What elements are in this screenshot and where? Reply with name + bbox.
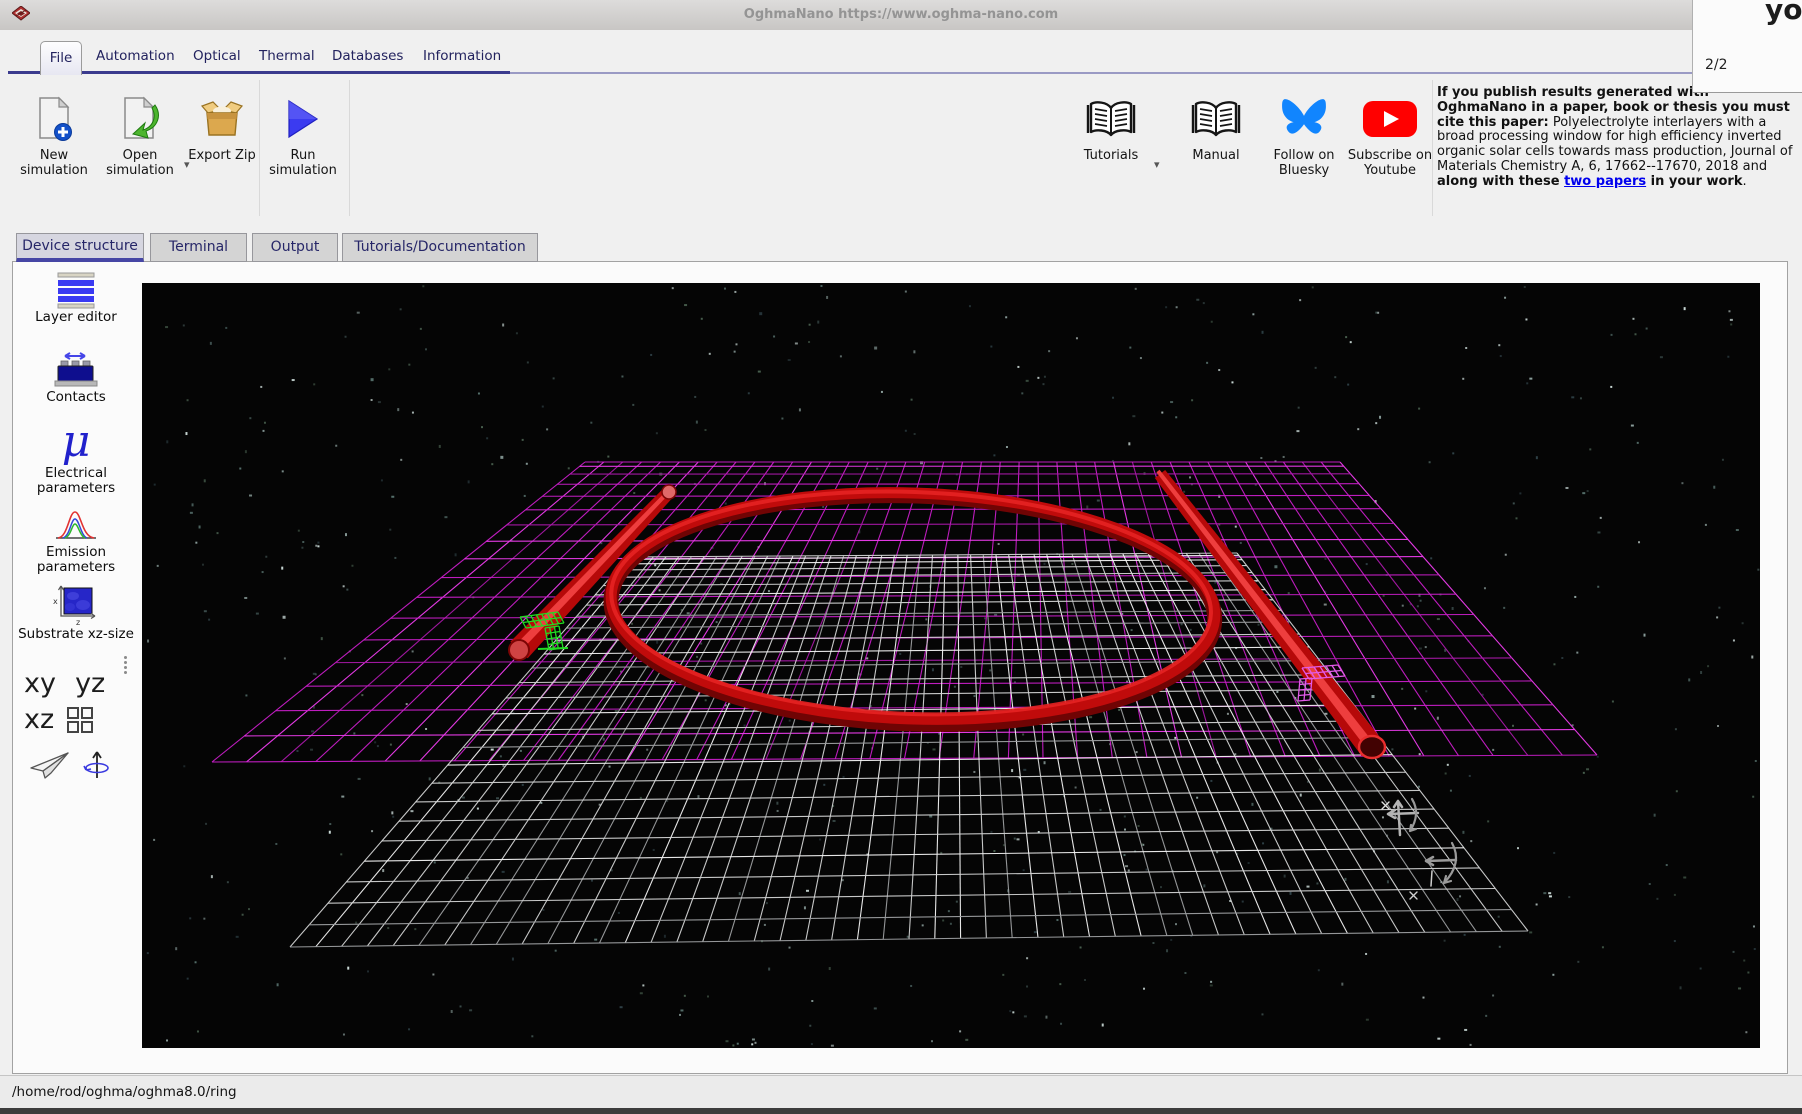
citation-period: .: [1742, 174, 1746, 189]
contacts-icon: [14, 350, 138, 390]
title-bar: OghmaNano https://www.oghma-nano.com: [0, 0, 1802, 31]
sidebar-item-label: Electrical parameters: [14, 466, 138, 496]
menu-bar: File Automation Optical Thermal Database…: [0, 30, 1802, 76]
tutorials-dropdown-arrow[interactable]: ▾: [1154, 158, 1160, 171]
sidebar-item-label: Layer editor: [14, 310, 138, 325]
run-simulation-button[interactable]: Run simulation: [262, 90, 344, 179]
toolbar-button-label: Manual: [1172, 148, 1260, 163]
substrate-icon: x z: [14, 583, 138, 627]
manual-button[interactable]: Manual: [1172, 90, 1260, 163]
open-book-icon: [1172, 90, 1260, 148]
sidebar-item-label: Substrate xz-size: [14, 627, 138, 642]
window-title: OghmaNano https://www.oghma-nano.com: [0, 0, 1802, 30]
sidebar-item-label: Contacts: [14, 390, 138, 405]
toolbar-ribbon: New simulation Open simulation ▾: [0, 76, 1802, 232]
paper-plane-icon[interactable]: [28, 750, 70, 780]
toolbar-button-label: Tutorials: [1066, 148, 1156, 163]
youtube-icon: [1344, 90, 1436, 148]
popup-big-text: yo: [1765, 0, 1802, 26]
menu-underline-accent: [8, 71, 510, 74]
menu-tab-optical[interactable]: Optical: [193, 48, 241, 64]
citation-bold-mid: along with these: [1437, 174, 1564, 189]
status-bar: /home/rod/oghma/oghma8.0/ring: [0, 1075, 1802, 1109]
toolbar-separator: [349, 80, 350, 216]
toolbar-button-label: Run simulation: [262, 148, 344, 179]
play-icon: [262, 90, 344, 148]
popup-panel: yo 2/2: [1692, 0, 1802, 93]
view-xy-button[interactable]: xy: [24, 668, 56, 699]
view-yz-button[interactable]: yz: [75, 668, 105, 699]
menu-tab-automation[interactable]: Automation: [96, 48, 175, 64]
spectrum-icon: [14, 505, 138, 545]
toolbar-separator: [1432, 80, 1433, 216]
new-document-icon: [12, 90, 96, 148]
toolbar-button-label: Follow on Bluesky: [1260, 148, 1348, 179]
tutorials-button[interactable]: Tutorials: [1066, 90, 1156, 163]
toolbar-separator: [259, 80, 260, 216]
3d-scene-canvas[interactable]: [142, 283, 1760, 1048]
sidebar-item-label: Emission parameters: [14, 545, 138, 575]
tab-output[interactable]: Output: [252, 233, 338, 262]
rotate-axis-icon[interactable]: [82, 748, 112, 782]
open-book-icon: [1066, 90, 1156, 148]
menu-tab-thermal[interactable]: Thermal: [259, 48, 315, 64]
open-document-icon: [98, 90, 182, 148]
view-xz-button[interactable]: xz: [24, 704, 54, 735]
toolbar-button-label: New simulation: [12, 148, 96, 179]
sidebar-item-emission-parameters[interactable]: Emission parameters: [14, 505, 138, 575]
youtube-button[interactable]: Subscribe on Youtube: [1344, 90, 1436, 179]
mu-icon: μ: [14, 418, 138, 466]
current-path: /home/rod/oghma/oghma8.0/ring: [12, 1076, 237, 1109]
menu-tab-information[interactable]: Information: [423, 48, 501, 64]
sidebar-item-contacts[interactable]: Contacts: [14, 350, 138, 405]
toolbar-button-label: Export Zip: [186, 148, 258, 163]
zip-box-icon: [186, 90, 258, 148]
four-pane-view-icon[interactable]: [66, 706, 94, 734]
page-indicator: 2/2: [1705, 57, 1728, 73]
tab-device-structure[interactable]: Device structure: [16, 233, 144, 262]
oghmanano-window: OghmaNano https://www.oghma-nano.com Fil…: [0, 0, 1802, 1114]
layers-icon: [14, 270, 138, 310]
tab-tutorials-documentation[interactable]: Tutorials/Documentation: [342, 233, 538, 262]
sidebar-item-layer-editor[interactable]: Layer editor: [14, 270, 138, 325]
bluesky-button[interactable]: Follow on Bluesky: [1260, 90, 1348, 179]
3d-viewport[interactable]: [142, 283, 1760, 1048]
toolbar-button-label: Open simulation: [98, 148, 182, 179]
toolbar-button-label: Subscribe on Youtube: [1344, 148, 1436, 179]
menu-tab-databases[interactable]: Databases: [332, 48, 403, 64]
svg-text:z: z: [76, 618, 80, 626]
bluesky-butterfly-icon: [1260, 90, 1348, 148]
citation-text: If you publish results generated with Og…: [1437, 86, 1793, 190]
new-simulation-button[interactable]: New simulation: [12, 90, 96, 179]
open-simulation-button[interactable]: Open simulation: [98, 90, 182, 179]
two-papers-link[interactable]: two papers: [1564, 174, 1646, 189]
panel-splitter-handle[interactable]: [124, 654, 128, 676]
window-bottom-edge: [0, 1108, 1802, 1114]
tab-terminal[interactable]: Terminal: [150, 233, 247, 262]
svg-text:x: x: [53, 597, 58, 606]
sidebar-item-electrical-parameters[interactable]: μ Electrical parameters: [14, 418, 138, 496]
export-zip-button[interactable]: Export Zip: [186, 90, 258, 163]
citation-bold-end: in your work: [1646, 174, 1742, 189]
sidebar-item-substrate-xz-size[interactable]: x z Substrate xz-size: [14, 583, 138, 642]
menu-tab-file[interactable]: File: [40, 41, 82, 75]
